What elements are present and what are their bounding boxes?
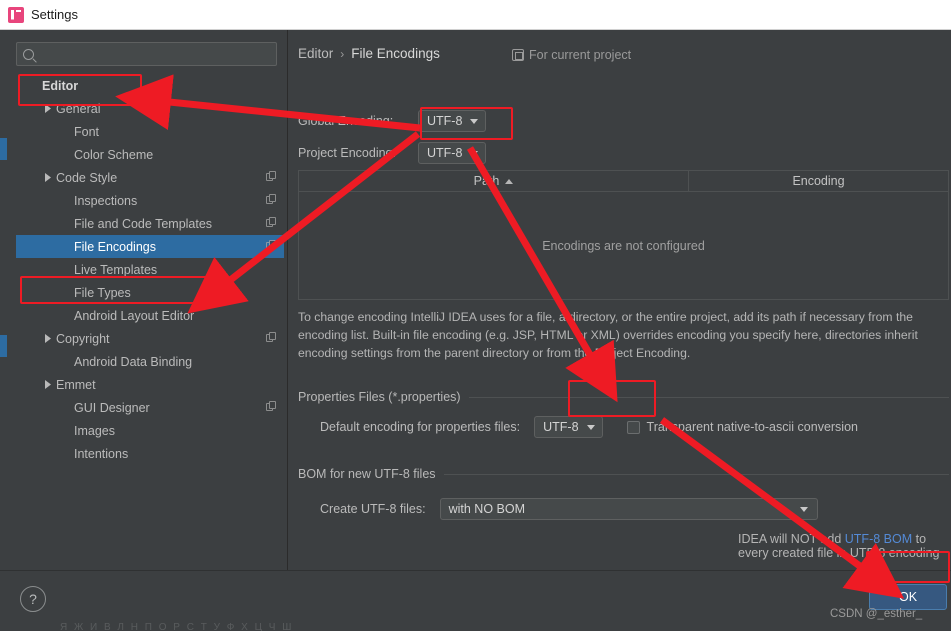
sidebar-item-images[interactable]: Images (16, 419, 284, 442)
sidebar-item-label: Font (74, 124, 100, 139)
encodings-table[interactable]: Path Encoding Encodings are not configur… (298, 170, 949, 300)
column-header-path[interactable]: Path (299, 171, 689, 191)
window-title: Settings (31, 7, 78, 22)
sidebar-item-inspections[interactable]: Inspections (16, 189, 284, 212)
column-header-encoding[interactable]: Encoding (689, 171, 948, 191)
background-window-text: Я Ж И В Л Н П О Р С Т У Ф Х Ц Ч Ш (60, 622, 294, 631)
sort-ascending-icon (505, 178, 514, 184)
sidebar-item-label: Emmet (56, 377, 96, 392)
search-icon (23, 48, 34, 60)
sidebar-item-emmet[interactable]: Emmet (16, 373, 284, 396)
for-current-project-label: For current project (512, 48, 631, 62)
ok-button[interactable]: OK (869, 584, 947, 610)
group-divider (468, 396, 949, 398)
sidebar-item-label: Live Templates (74, 262, 158, 277)
sidebar-item-label: Intentions (74, 446, 129, 461)
sidebar-item-label: GUI Designer (74, 400, 150, 415)
copy-settings-icon[interactable] (266, 194, 278, 206)
project-encoding-label: Project Encoding: (298, 146, 396, 160)
sidebar-item-gui-designer[interactable]: GUI Designer (16, 396, 284, 419)
sidebar-item-code-style[interactable]: Code Style (16, 166, 284, 189)
window-left-edge (0, 30, 10, 601)
sidebar-item-label: Inspections (74, 193, 138, 208)
breadcrumb-parent[interactable]: Editor (298, 46, 333, 61)
annotation-box-file-encodings-tree-item (20, 276, 220, 304)
sidebar-item-color-scheme[interactable]: Color Scheme (16, 143, 284, 166)
bom-group-label: BOM for new UTF-8 files (298, 467, 436, 481)
sidebar-item-file-and-code-templates[interactable]: File and Code Templates (16, 212, 284, 235)
annotation-box-properties-encoding-combo (568, 380, 656, 417)
transparent-conversion-checkbox[interactable] (626, 420, 640, 434)
create-utf8-files-row: Create UTF-8 files: with NO BOM (320, 498, 818, 520)
search-input[interactable] (38, 46, 270, 62)
group-divider (443, 473, 949, 475)
project-encoding-row: Project Encoding: UTF-8 (298, 142, 487, 164)
copy-settings-icon[interactable] (266, 332, 278, 344)
bom-group-title: BOM for new UTF-8 files (298, 467, 949, 481)
intellij-idea-icon (8, 6, 24, 23)
global-encoding-label: Global Encoding: (298, 114, 394, 128)
bom-note-prefix: IDEA will NOT add (738, 532, 845, 546)
sidebar-item-label: File and Code Templates (74, 216, 213, 231)
properties-encoding-label: Default encoding for properties files: (320, 420, 521, 434)
column-header-path-label: Path (473, 174, 500, 188)
background-window-highlight-2 (0, 335, 7, 357)
project-encoding-value: UTF-8 (427, 146, 463, 160)
file-encodings-panel: Editor › File Encodings For current proj… (288, 30, 951, 570)
copy-settings-icon[interactable] (266, 401, 278, 413)
background-window-highlight-1 (0, 138, 7, 160)
utf8-bom-link[interactable]: UTF-8 BOM (845, 532, 912, 546)
annotation-box-ok-button (866, 551, 950, 583)
window-titlebar: Settings (0, 0, 951, 30)
chevron-down-icon (799, 506, 808, 512)
sidebar-item-label: Android Layout Editor (74, 308, 195, 323)
annotation-box-editor-tree-item (18, 74, 142, 106)
breadcrumb-separator-icon: › (340, 46, 345, 61)
properties-encoding-value: UTF-8 (543, 420, 579, 434)
sidebar-item-label: Color Scheme (74, 147, 154, 162)
chevron-right-icon (40, 380, 56, 389)
scope-label: For current project (529, 48, 632, 62)
sidebar-item-label: Copyright (56, 331, 110, 346)
chevron-right-icon (40, 334, 56, 343)
settings-tree[interactable]: Editor General Font Color Scheme Code Style I… (16, 74, 284, 564)
copy-settings-icon[interactable] (266, 171, 278, 183)
help-button[interactable]: ? (20, 586, 46, 612)
sidebar-item-file-encodings[interactable]: File Encodings (16, 235, 284, 258)
transparent-conversion-label: Transparent native-to-ascii conversion (646, 420, 858, 434)
encodings-table-empty-message: Encodings are not configured (542, 238, 705, 253)
sidebar-item-label: Android Data Binding (74, 354, 193, 369)
copy-settings-icon[interactable] (266, 240, 278, 252)
sidebar-item-label: Images (74, 423, 115, 438)
copy-settings-icon[interactable] (266, 217, 278, 229)
transparent-conversion-row[interactable]: Transparent native-to-ascii conversion (626, 420, 872, 434)
sidebar-item-android-data-binding[interactable]: Android Data Binding (16, 350, 284, 373)
sidebar-item-android-layout-editor[interactable]: Android Layout Editor (16, 304, 284, 327)
create-utf8-files-combo[interactable]: with NO BOM (439, 498, 818, 520)
sidebar-item-font[interactable]: Font (16, 120, 284, 143)
breadcrumb-current: File Encodings (351, 46, 440, 61)
create-utf8-files-value: with NO BOM (448, 502, 525, 516)
column-header-encoding-label: Encoding (792, 174, 845, 188)
sidebar-item-copyright[interactable]: Copyright (16, 327, 284, 350)
encodings-help-text: To change encoding IntelliJ IDEA uses fo… (298, 310, 918, 360)
sidebar-item-label: File Encodings (74, 239, 156, 254)
properties-files-group-label: Properties Files (*.properties) (298, 390, 461, 404)
sidebar-item-intentions[interactable]: Intentions (16, 442, 284, 465)
create-utf8-files-label: Create UTF-8 files: (320, 502, 426, 516)
project-scope-icon (512, 49, 524, 61)
chevron-down-icon (470, 150, 479, 156)
watermark-text: CSDN @_esther_ (830, 608, 923, 620)
chevron-right-icon (40, 173, 56, 182)
settings-search-box[interactable] (16, 42, 277, 66)
properties-encoding-combo[interactable]: UTF-8 (534, 416, 603, 438)
annotation-box-project-encoding-combo (420, 107, 513, 140)
chevron-down-icon (586, 424, 595, 430)
sidebar-item-label: Code Style (56, 170, 118, 185)
encodings-table-header: Path Encoding (299, 171, 948, 192)
properties-encoding-row: Default encoding for properties files: U… (320, 416, 872, 438)
project-encoding-combo[interactable]: UTF-8 (418, 142, 487, 164)
breadcrumb: Editor › File Encodings (298, 46, 440, 61)
